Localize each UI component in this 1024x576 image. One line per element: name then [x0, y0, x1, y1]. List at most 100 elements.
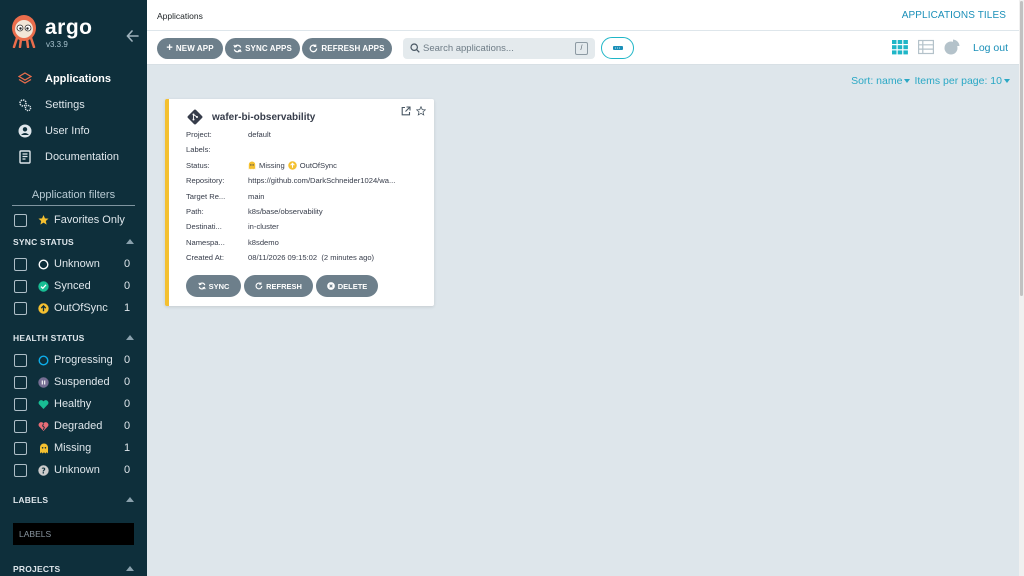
filter-checkbox[interactable] [14, 463, 27, 477]
filter-count: 0 [124, 398, 131, 410]
projects-header[interactable]: PROJECTS [0, 558, 147, 576]
refresh-button[interactable]: REFRESH [244, 275, 313, 297]
sort-dropdown[interactable]: Sort: name [851, 75, 911, 87]
filter-health-suspended[interactable]: Suspended 0 [0, 371, 147, 393]
app-name: wafer-bi-observability [212, 111, 316, 123]
section-title: LABELS [13, 495, 49, 505]
items-per-page-dropdown[interactable]: Items per page: 10 [914, 75, 1010, 87]
filter-health-degraded[interactable]: Degraded 0 [0, 415, 147, 437]
filter-checkbox[interactable] [14, 375, 27, 389]
app-tile[interactable]: wafer-bi-observability Project: default L… [165, 99, 434, 306]
filter-checkbox[interactable] [14, 441, 27, 455]
filter-sync-unknown[interactable]: Unknown 0 [0, 253, 147, 275]
summary-pie-icon[interactable] [944, 39, 960, 55]
application-filters: Application filters Favorites Only SYNC … [0, 189, 147, 511]
filter-sync-synced[interactable]: Synced 0 [0, 275, 147, 297]
argo-logo [12, 15, 36, 48]
favorites-checkbox[interactable] [14, 213, 27, 227]
detail-value: k8sdemo [248, 237, 279, 247]
detail-value: main [248, 191, 265, 201]
list-view-icon[interactable] [918, 39, 934, 55]
check-circle-icon [38, 280, 49, 292]
filter-label: Unknown [54, 258, 100, 270]
filter-checkbox[interactable] [14, 301, 27, 315]
filter-health-progressing[interactable]: Progressing 0 [0, 349, 147, 371]
svg-text:?: ? [41, 466, 45, 475]
filter-count: 0 [124, 420, 131, 432]
filters-title: Application filters [12, 189, 135, 206]
detail-key: Repository: [186, 176, 225, 186]
sync-button[interactable]: SYNC [186, 275, 241, 297]
new-app-label: NEW APP [175, 44, 214, 53]
filter-favorites[interactable]: Favorites Only [0, 209, 147, 231]
status-values: Missing OutOfSync [248, 161, 337, 170]
nav-settings[interactable]: Settings [0, 92, 147, 117]
filter-label: Missing [54, 442, 92, 454]
delete-button[interactable]: DELETE [316, 275, 378, 297]
app-tile-actions [401, 106, 426, 116]
filter-health-missing[interactable]: Missing 1 [0, 437, 147, 459]
book-icon [18, 149, 32, 164]
brand: argo v3.3.9 [10, 12, 140, 52]
arrow-circle-up-icon [287, 161, 297, 170]
search-input[interactable] [423, 40, 563, 57]
filter-count: 0 [124, 354, 131, 366]
sync-apps-button[interactable]: SYNC APPS [225, 38, 300, 59]
nav-user-info[interactable]: User Info [0, 118, 147, 143]
refresh-apps-button[interactable]: REFRESH APPS [302, 38, 392, 59]
health-status-header[interactable]: HEALTH STATUS [0, 327, 147, 349]
nav-applications[interactable]: Applications [0, 66, 147, 91]
sync-icon [233, 44, 242, 53]
refresh-label: REFRESH [266, 281, 302, 291]
ghost-icon [38, 443, 49, 454]
collapse-sidebar-icon[interactable] [126, 28, 140, 44]
filter-health-healthy[interactable]: Healthy 0 [0, 393, 147, 415]
sort-controls: Sort: name Items per page: 10 [851, 75, 1010, 87]
search-box[interactable]: / [403, 38, 595, 59]
new-app-button[interactable]: + NEW APP [157, 38, 223, 59]
detail-key: Created At: [186, 253, 224, 263]
star-icon [38, 214, 49, 226]
filter-sync-outofsync[interactable]: OutOfSync 1 [0, 297, 147, 319]
detail-value: k8s/base/observability [248, 206, 323, 216]
nav-documentation[interactable]: Documentation [0, 144, 147, 169]
nav-label: Applications [45, 72, 112, 85]
logout-link[interactable]: Log out [973, 42, 1008, 54]
filter-checkbox[interactable] [14, 419, 27, 433]
filter-label: OutOfSync [54, 302, 108, 314]
filter-checkbox[interactable] [14, 397, 27, 411]
filter-checkbox[interactable] [14, 279, 27, 293]
refresh-apps-label: REFRESH APPS [321, 44, 385, 53]
filter-label: Unknown [54, 464, 100, 476]
app-tile-header: wafer-bi-observability [187, 109, 315, 125]
detail-value: in-cluster [248, 222, 279, 232]
sync-status-text: OutOfSync [299, 160, 337, 170]
toolbar: + NEW APP SYNC APPS REFRESH APPS / Log o… [147, 31, 1024, 65]
items-per-page-label: Items per page: 10 [914, 75, 1002, 87]
filter-checkbox[interactable] [14, 353, 27, 367]
star-outline-icon[interactable] [416, 106, 426, 116]
pause-circle-icon [38, 376, 49, 388]
labels-filter-input[interactable] [13, 523, 134, 545]
page-scrollbar[interactable] [1019, 0, 1024, 576]
ghost-icon [248, 161, 256, 170]
filter-label: Progressing [54, 354, 113, 366]
top-bar: Applications APPLICATIONS TILES [147, 0, 1024, 31]
tiles-view-icon[interactable] [892, 39, 908, 55]
sync-icon [197, 282, 206, 290]
filter-health-unknown[interactable]: ? Unknown 0 [0, 459, 147, 481]
caret-down-icon [904, 79, 911, 83]
circle-notch-icon [38, 258, 49, 270]
filter-toggle-button[interactable] [601, 37, 634, 59]
labels-header[interactable]: LABELS [0, 489, 147, 511]
nav-label: Documentation [45, 150, 119, 163]
sync-status-header[interactable]: SYNC STATUS [0, 231, 147, 253]
page-title: Applications [157, 11, 203, 21]
brand-name: argo [45, 16, 93, 39]
scrollbar-thumb[interactable] [1020, 1, 1023, 296]
external-link-icon[interactable] [401, 106, 411, 116]
detail-value: 08/11/2026 09:15:02 (2 minutes ago) [248, 253, 375, 263]
filter-checkbox[interactable] [14, 257, 27, 271]
sync-label: SYNC [208, 281, 230, 291]
refresh-icon [309, 44, 318, 53]
